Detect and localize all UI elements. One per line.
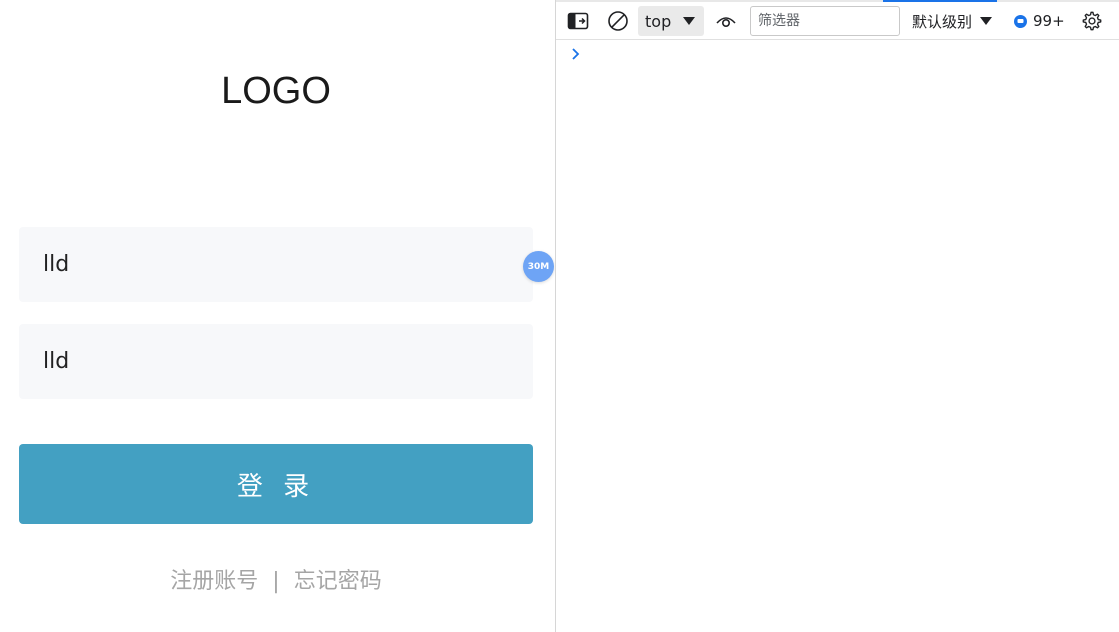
forgot-password-link[interactable]: 忘记密码 <box>294 563 382 595</box>
register-link[interactable]: 注册账号 <box>170 563 258 595</box>
floating-memory-badge[interactable]: 30M <box>523 251 554 282</box>
clear-console-icon[interactable] <box>606 10 630 32</box>
username-input[interactable] <box>41 251 533 278</box>
log-level-label: 默认级别 <box>912 12 973 31</box>
log-level-selector[interactable]: 默认级别 <box>912 6 993 36</box>
prompt-chevron-icon[interactable] <box>570 46 584 62</box>
console-toolbar: top 默认级别 <box>556 2 1119 40</box>
message-icon <box>1014 14 1027 28</box>
issues-counter[interactable]: 99+ <box>1014 6 1065 36</box>
toggle-sidebar-icon[interactable] <box>566 10 590 32</box>
context-selector[interactable]: top <box>638 6 704 36</box>
link-separator: | <box>272 569 280 594</box>
screen: LOGO 登 录 注册账号 | 忘记密码 30M <box>0 0 1119 632</box>
gear-icon[interactable] <box>1080 9 1104 33</box>
devtools-panel: top 默认级别 <box>555 0 1119 632</box>
filter-input[interactable] <box>756 12 900 30</box>
context-label: top <box>645 11 672 31</box>
chevron-down-icon <box>683 17 696 25</box>
auth-links: 注册账号 | 忘记密码 <box>0 563 552 595</box>
filter-field[interactable] <box>750 6 900 36</box>
login-button[interactable]: 登 录 <box>19 444 533 524</box>
issues-count: 99+ <box>1033 12 1065 30</box>
chevron-down-icon <box>980 17 993 25</box>
logo: LOGO <box>221 70 331 112</box>
eye-icon[interactable] <box>714 10 738 32</box>
login-page: LOGO 登 录 注册账号 | 忘记密码 30M <box>0 0 555 632</box>
username-field[interactable] <box>19 227 533 302</box>
password-input[interactable] <box>41 348 533 375</box>
password-field[interactable] <box>19 324 533 399</box>
